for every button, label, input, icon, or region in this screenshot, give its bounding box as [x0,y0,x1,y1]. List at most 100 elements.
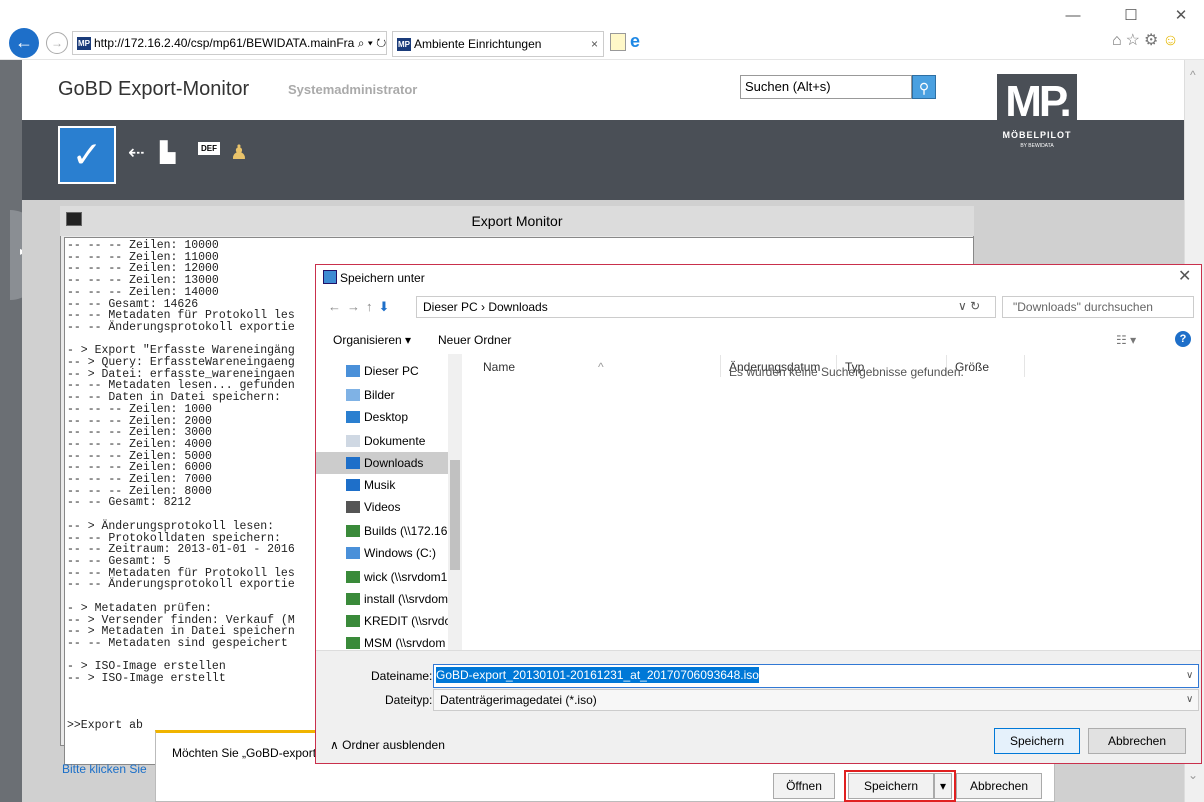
folder-icon [346,411,360,423]
tree-item[interactable]: Dieser PC [316,360,460,382]
folder-icon [346,435,360,447]
ie-logo-icon: e [630,31,641,51]
scroll-up-icon[interactable]: ^ [1190,68,1196,82]
moebelpilot-logo: MP. MÖBELPILOT BY BEWIDATA [997,74,1077,170]
confirm-check-button[interactable]: ✓ [58,126,116,184]
tree-item-label: install (\\srvdom [364,592,449,606]
folder-icon [346,365,360,377]
browser-tab[interactable]: MP Ambiente Einrichtungen × [392,31,604,57]
filename-input[interactable]: GoBD-export_20130101-20161231_at_2017070… [433,664,1199,688]
view-options-icon[interactable]: ☷ ▾ [1116,333,1136,347]
folder-icon [346,457,360,469]
log-line: -- -- -- Zeilen: 10000 [67,239,219,252]
filetype-label: Dateityp: [385,693,433,707]
dialog-close-icon[interactable]: ✕ [1178,266,1191,286]
filename-value: GoBD-export_20130101-20161231_at_2017070… [436,667,759,683]
search-dropdown-icon[interactable]: ⌕ ▾ ↻ [358,36,386,50]
logo-name: MÖBELPILOT [1002,130,1072,140]
document-hand-icon[interactable]: ▙ [160,140,175,165]
url-text: http://172.16.2.40/csp/mp61/BEWIDATA.mai… [94,36,355,50]
chevron-up-icon: ∧ [330,738,343,752]
tree-item[interactable]: wick (\\srvdom1 [316,566,460,588]
tree-item[interactable]: Downloads [316,452,460,474]
tree-item[interactable]: Videos [316,496,460,518]
dialog-save-button[interactable]: Speichern [994,728,1080,754]
address-bar[interactable]: MP http://172.16.2.40/csp/mp61/BEWIDATA.m… [72,31,387,55]
folder-icon [346,479,360,491]
open-button[interactable]: Öffnen [773,773,835,799]
app-user: Systemadministrator [288,82,418,97]
folder-search-input[interactable]: "Downloads" durchsuchen [1002,296,1194,318]
tree-item[interactable]: Windows (C:) [316,542,460,564]
dialog-cancel-button[interactable]: Abbrechen [1088,728,1186,754]
forward-arrow-icon[interactable]: → [46,32,68,54]
nav-arrows-icon[interactable]: ←→↑⬇ [328,299,395,315]
tree-item-label: Bilder [364,388,395,402]
filetype-select[interactable]: Datenträgerimagedatei (*.iso) [433,689,1199,711]
filename-dropdown-icon[interactable]: ∨ [1186,670,1193,681]
search-icon[interactable]: ⚲ [912,75,936,99]
folder-icon [346,547,360,559]
logo-sub: BY BEWIDATA [1020,143,1054,149]
tab-close-icon[interactable]: × [591,32,598,56]
app-search-input[interactable]: Suchen (Alt+s) [740,75,912,99]
tree-item-label: Musik [364,478,396,492]
sort-caret-icon: ^ [598,360,604,374]
logo-mark: MP. [1005,77,1072,126]
tab-title: Ambiente Einrichtungen [414,37,542,51]
folder-icon [346,615,360,627]
folder-icon [346,501,360,513]
def-icon[interactable]: DEF [198,142,220,155]
new-folder-button[interactable]: Neuer Ordner [438,333,511,347]
tree-item[interactable]: Builds (\\172.16. [316,520,460,542]
scroll-down-icon[interactable]: ⌄ [1188,768,1198,782]
notification-cancel-button[interactable]: Abbrechen [956,773,1042,799]
tree-item-label: Downloads [364,456,424,470]
tree-item[interactable]: Bilder [316,384,460,406]
organize-menu[interactable]: Organisieren ▾ [333,333,411,347]
tree-item-label: MSM (\\srvdom [364,636,446,650]
tree-item[interactable]: KREDIT (\\srvdoi [316,610,460,632]
page-side-panel [0,60,22,802]
dialog-title: Speichern unter [316,265,1201,293]
tree-item-label: Dokumente [364,434,426,448]
folder-icon [346,593,360,605]
hide-folders-toggle[interactable]: ∧ Ordner ausblenden [330,738,445,752]
folder-icon [346,571,360,583]
empty-results-message: Es wurden keine Suchergebnisse gefunden. [729,365,964,379]
tree-item-label: Windows (C:) [364,546,437,560]
path-dropdown-refresh-icon[interactable]: ∨ ↻ [958,299,980,313]
tree-item[interactable]: Musik [316,474,460,496]
tree-item-label: Desktop [364,410,409,424]
tree-item[interactable]: install (\\srvdom [316,588,460,610]
user-check-icon[interactable]: ♟ [230,140,248,165]
tree-item-label: wick (\\srvdom1 [364,570,448,584]
app-title: GoBD Export-Monitor [58,78,250,100]
close-window-icon[interactable]: ✕ [1170,6,1192,26]
tab-favicon: MP [397,38,411,52]
new-tab-icon[interactable] [610,33,626,51]
tree-item[interactable]: Dokumente [316,430,460,452]
download-prompt: Möchten Sie „GoBD-export_ [172,746,323,760]
help-icon[interactable]: ? [1175,331,1191,347]
filename-label: Dateiname: [371,669,433,683]
terminal-icon [66,212,82,226]
back-arrow-icon[interactable]: ⇠ [128,140,145,165]
browser-tools-icons[interactable]: ⌂☆⚙☺ [1112,30,1183,50]
path-breadcrumb[interactable]: Dieser PC › Downloads [416,296,996,318]
maximize-icon[interactable]: ☐ [1120,6,1142,26]
hide-folders-label: Ordner ausblenden [342,738,445,752]
tree-scroll-thumb[interactable] [450,460,460,570]
filetype-dropdown-icon[interactable]: ∨ [1186,694,1193,705]
tree-item-label: Builds (\\172.16. [364,524,451,538]
folder-icon [346,637,360,649]
back-arrow-icon[interactable]: ← [9,28,39,58]
folder-icon [346,389,360,401]
export-monitor-title: Export Monitor [60,206,974,236]
minimize-icon[interactable]: — [1062,6,1084,26]
column-name[interactable]: Name [483,360,515,374]
tree-item-label: Videos [364,500,401,514]
tree-item[interactable]: Desktop [316,406,460,428]
tree-item-label: Dieser PC [364,364,419,378]
click-here-link[interactable]: Bitte klicken Sie [62,762,147,776]
